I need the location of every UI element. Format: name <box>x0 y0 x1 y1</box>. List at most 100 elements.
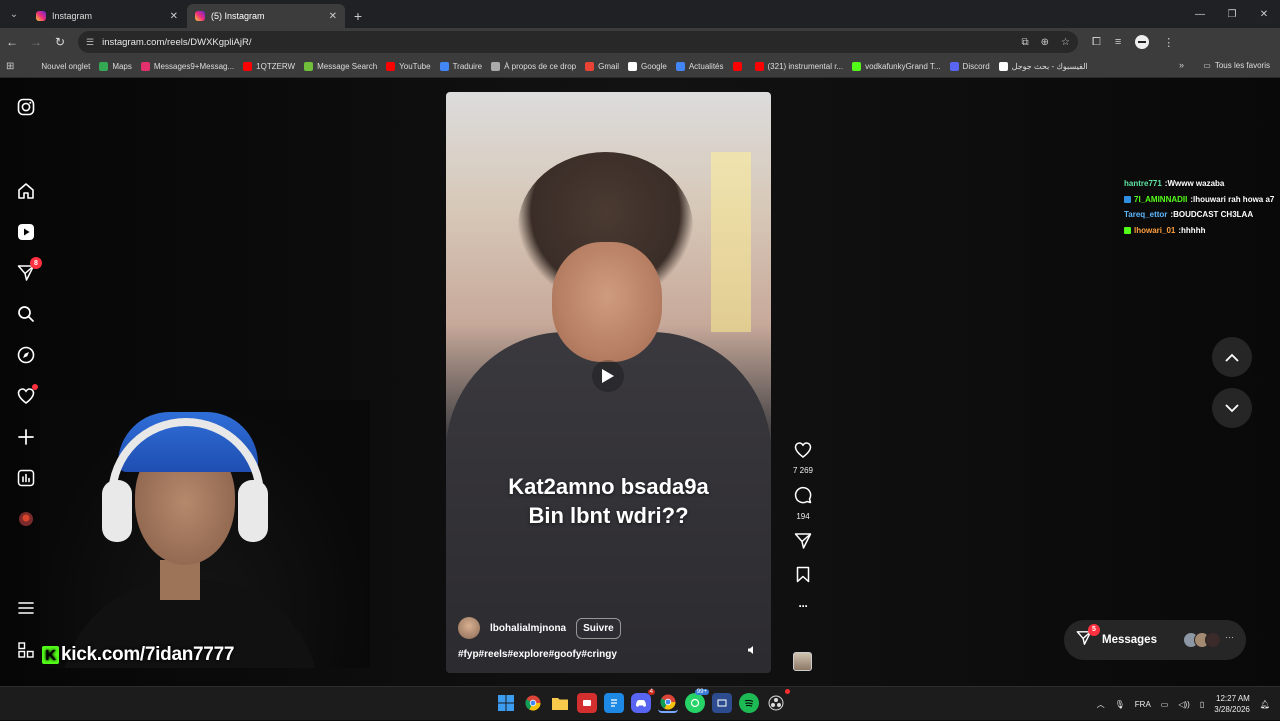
outlook-icon[interactable] <box>712 693 732 713</box>
reel-hashtags[interactable]: #fyp#reels#explore#goofy#cringy <box>458 649 617 660</box>
follow-button[interactable]: Suivre <box>576 617 621 639</box>
more-menu-icon[interactable] <box>16 598 36 618</box>
browser-tab[interactable]: Instagram ✕ <box>28 4 186 28</box>
bookmark-favicon-icon <box>754 62 764 71</box>
bookmark-item[interactable]: À propos de ce drop <box>491 62 576 71</box>
notification-dot <box>32 384 38 390</box>
whatsapp-icon[interactable]: 99+ <box>685 689 709 713</box>
notifications-bell-icon[interactable]: 🔔︎ <box>1260 700 1270 709</box>
reel-video[interactable]: Kat2amno bsada9a Bin lbnt wdri?? lbohali… <box>446 92 771 673</box>
close-tab-icon[interactable]: ✕ <box>329 11 337 22</box>
volume-icon[interactable]: ◁)) <box>1178 700 1189 709</box>
tab-search-button[interactable]: ⌄ <box>0 0 28 28</box>
chat-message: 7I_AMINNADII: lhouwari rah howa a7 <box>1124 192 1274 208</box>
close-window-icon[interactable]: ✕ <box>1248 0 1280 28</box>
notepad-icon[interactable] <box>604 693 624 713</box>
bookmark-item[interactable]: Messages9+Messag... <box>140 62 234 71</box>
microphone-icon[interactable]: 🎙︎ <box>1115 700 1125 709</box>
bookmark-star-icon[interactable]: ☆ <box>1061 37 1070 48</box>
save-bookmark-icon[interactable] <box>796 566 810 588</box>
bookmark-label: Traduire <box>452 62 483 71</box>
reload-icon[interactable]: ↻ <box>48 30 72 54</box>
bookmark-item[interactable] <box>732 62 746 71</box>
bookmark-item[interactable]: الفيسبوك - بحث جوجل <box>998 62 1088 71</box>
restore-icon[interactable]: ❐ <box>1216 0 1248 28</box>
tray-overflow-icon[interactable]: ︿ <box>1097 699 1105 710</box>
forward-icon[interactable]: → <box>24 30 48 54</box>
close-tab-icon[interactable]: ✕ <box>170 11 178 22</box>
home-icon[interactable] <box>16 181 36 201</box>
also-from-meta-icon[interactable] <box>16 640 36 660</box>
chrome-icon[interactable] <box>523 693 543 713</box>
play-icon[interactable] <box>592 360 624 392</box>
input-language[interactable]: FRA <box>1135 700 1151 709</box>
comment-icon[interactable] <box>794 486 812 509</box>
contact-avatar <box>1205 632 1221 648</box>
battery-icon[interactable]: ▯ <box>1200 700 1204 709</box>
bookmark-item[interactable]: Message Search <box>304 62 377 71</box>
browser-tab-active[interactable]: (5) Instagram ✕ <box>187 4 345 28</box>
bookmark-item[interactable]: Nouvel onglet <box>28 62 90 71</box>
bookmark-item[interactable]: YouTube <box>386 62 431 71</box>
author-avatar[interactable] <box>458 617 480 639</box>
dashboard-chart-icon[interactable] <box>16 468 36 488</box>
whatsapp-badge: 99+ <box>694 689 709 695</box>
author-username[interactable]: lbohalialmjnona <box>490 623 566 634</box>
bookmark-item[interactable]: Maps <box>99 62 132 71</box>
more-options-icon[interactable]: ··· <box>799 599 809 613</box>
clock[interactable]: 12:27 AM 3/28/2026 <box>1214 693 1250 715</box>
minimize-icon[interactable]: — <box>1184 0 1216 28</box>
extensions-icon[interactable]: ⧠ <box>1092 36 1101 49</box>
tab-title: (5) Instagram <box>211 11 265 21</box>
bookmark-item[interactable]: (321) instrumental r... <box>754 62 843 71</box>
search-icon[interactable] <box>16 304 36 324</box>
bookmark-item[interactable]: Actualités <box>675 62 724 71</box>
site-info-icon[interactable]: ☰ <box>86 37 94 48</box>
profile-avatar[interactable] <box>16 509 36 529</box>
chrome-active-icon[interactable] <box>658 693 678 713</box>
apps-grid-icon[interactable]: ⊞ <box>6 61 14 72</box>
next-reel-button[interactable] <box>1212 388 1252 428</box>
media-controls-icon[interactable]: ≡ <box>1115 36 1121 48</box>
bookmarks-overflow-button[interactable]: » <box>1179 60 1184 70</box>
create-plus-icon[interactable] <box>16 427 36 447</box>
instagram-logo-icon[interactable] <box>16 97 36 117</box>
original-audio-thumbnail[interactable] <box>793 652 812 671</box>
bookmark-item[interactable]: 1QTZERW <box>243 62 295 71</box>
spotify-icon[interactable] <box>739 693 759 713</box>
profile-avatar-icon[interactable] <box>1135 35 1150 49</box>
address-bar[interactable]: ☰ instagram.com/reels/DWXKgpliAjR/ ⧉ ⊕ ☆ <box>78 31 1078 53</box>
messages-button[interactable]: 5 Messages ··· <box>1064 620 1246 660</box>
bookmark-item[interactable]: Traduire <box>439 62 483 71</box>
headphones-left <box>102 480 132 542</box>
clock-time: 12:27 AM <box>1216 694 1250 703</box>
zoom-icon[interactable]: ⊕ <box>1041 37 1049 48</box>
bookmark-item[interactable]: vodkafunkyGrand T... <box>852 62 941 71</box>
obs-icon[interactable] <box>766 689 790 713</box>
direct-messages-icon[interactable]: 8 <box>16 257 42 283</box>
recording-dot <box>785 689 790 694</box>
back-icon[interactable]: ← <box>0 30 24 54</box>
chat-message: hantre771: Wwww wazaba <box>1124 176 1274 192</box>
bookmark-item[interactable]: Google <box>628 62 667 71</box>
notifications-heart-icon[interactable] <box>16 384 38 406</box>
windows-start-icon[interactable] <box>496 693 516 713</box>
instagram-favicon-icon <box>36 11 46 21</box>
share-icon[interactable] <box>794 532 812 555</box>
previous-reel-button[interactable] <box>1212 337 1252 377</box>
install-app-icon[interactable]: ⧉ <box>1022 37 1029 48</box>
explore-compass-icon[interactable] <box>16 345 36 365</box>
mute-speaker-icon[interactable] <box>747 645 757 658</box>
discord-icon[interactable]: 4 <box>631 689 655 713</box>
bookmark-item[interactable]: Gmail <box>585 62 619 71</box>
menu-kebab-icon[interactable]: ⋮ <box>1163 36 1174 49</box>
like-heart-icon[interactable] <box>794 442 812 463</box>
bookmark-item[interactable]: Discord <box>949 62 990 71</box>
new-tab-button[interactable]: + <box>346 4 370 28</box>
red-app-icon[interactable] <box>577 693 597 713</box>
network-icon[interactable]: ▭ <box>1161 700 1169 709</box>
reels-icon[interactable] <box>16 222 36 242</box>
all-bookmarks-button[interactable]: ▭ Tous les favoris <box>1203 61 1270 70</box>
file-explorer-icon[interactable] <box>550 693 570 713</box>
taskbar-apps: 4 99+ <box>496 689 790 713</box>
